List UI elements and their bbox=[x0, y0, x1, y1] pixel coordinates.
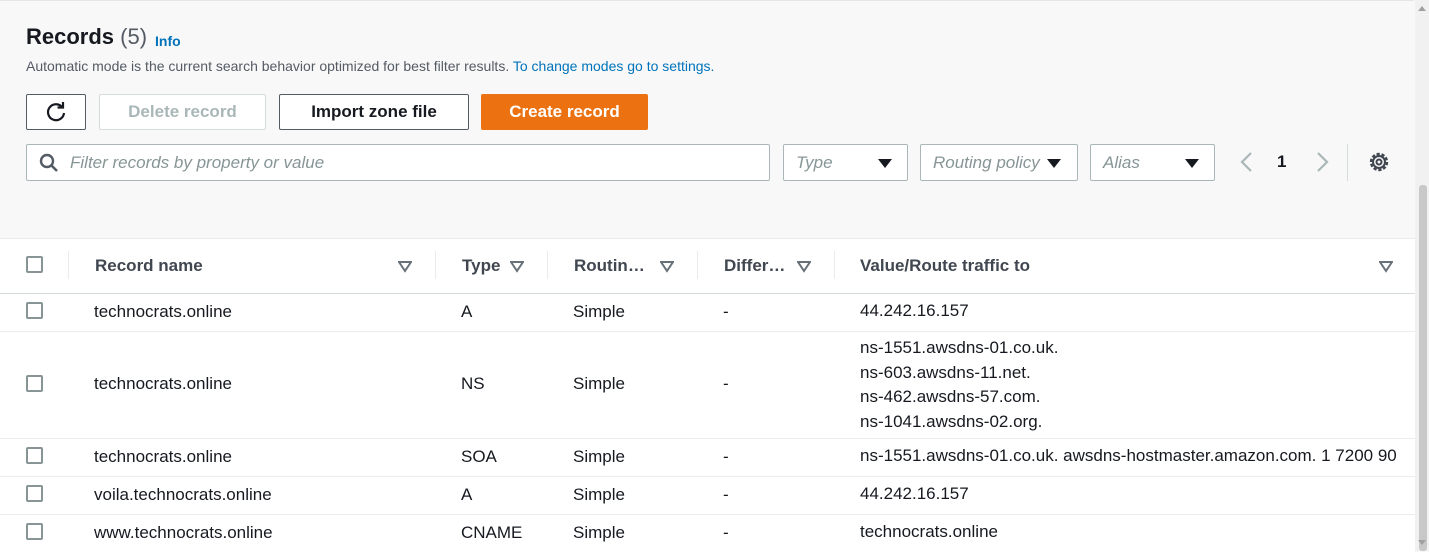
page-title: Records (5) bbox=[26, 24, 147, 50]
alias-filter-placeholder: Alias bbox=[1103, 153, 1140, 172]
sort-icon[interactable] bbox=[510, 261, 524, 273]
row-checkbox[interactable] bbox=[26, 485, 43, 502]
value-line: 44.242.16.157 bbox=[860, 301, 969, 320]
filter-search-input[interactable]: Filter records by property or value bbox=[26, 144, 770, 181]
differentiator-cell: - bbox=[723, 485, 729, 504]
value-line: ns-1551.awsdns-01.co.uk. awsdns-hostmast… bbox=[860, 446, 1397, 465]
routing-cell: Simple bbox=[573, 447, 625, 466]
value-cell: ns-1551.awsdns-01.co.uk. ns-603.awsdns-1… bbox=[860, 336, 1058, 434]
value-line: technocrats.online bbox=[860, 522, 998, 541]
settings-link[interactable]: To change modes go to settings. bbox=[513, 58, 715, 74]
caret-down-icon bbox=[1047, 159, 1061, 168]
type-filter-select[interactable]: Type bbox=[783, 144, 908, 181]
differentiator-cell: - bbox=[723, 302, 729, 321]
table-row[interactable]: technocrats.online A Simple - 44.242.16.… bbox=[0, 294, 1415, 332]
value-line: 44.242.16.157 bbox=[860, 484, 969, 503]
current-page-number[interactable]: 1 bbox=[1277, 152, 1286, 172]
type-cell: A bbox=[461, 302, 473, 321]
row-checkbox[interactable] bbox=[26, 447, 43, 464]
caret-down-icon bbox=[878, 159, 892, 168]
gear-icon[interactable] bbox=[1367, 150, 1391, 174]
records-table: Record name Type Routin… Differ… Value/R… bbox=[0, 238, 1415, 552]
differentiator-cell: - bbox=[723, 374, 729, 393]
column-divider bbox=[547, 251, 548, 279]
table-header: Record name Type Routin… Differ… Value/R… bbox=[0, 239, 1415, 294]
search-mode-description: Automatic mode is the current search beh… bbox=[26, 58, 714, 74]
routing-policy-filter-select[interactable]: Routing policy bbox=[920, 144, 1078, 181]
value-line: ns-1041.awsdns-02.org. bbox=[860, 411, 1043, 431]
vertical-scrollbar[interactable] bbox=[1415, 0, 1429, 551]
routing-cell: Simple bbox=[573, 374, 625, 393]
column-header-value[interactable]: Value/Route traffic to bbox=[860, 256, 1030, 276]
value-line: ns-462.awsdns-57.com. bbox=[860, 387, 1041, 406]
column-header-record-name[interactable]: Record name bbox=[95, 256, 203, 276]
record-name-cell: technocrats.online bbox=[94, 302, 232, 321]
refresh-button[interactable] bbox=[26, 94, 86, 130]
row-checkbox[interactable] bbox=[26, 375, 43, 392]
delete-record-button[interactable]: Delete record bbox=[99, 94, 266, 130]
description-text: Automatic mode is the current search beh… bbox=[26, 58, 510, 74]
select-all-checkbox[interactable] bbox=[26, 256, 43, 273]
column-header-type[interactable]: Type bbox=[462, 256, 500, 276]
scrollbar-thumb[interactable] bbox=[1419, 185, 1427, 551]
differentiator-cell: - bbox=[723, 523, 729, 542]
table-row[interactable]: voila.technocrats.online A Simple - 44.2… bbox=[0, 477, 1415, 515]
table-row[interactable]: www.technocrats.online CNAME Simple - te… bbox=[0, 515, 1415, 552]
value-line: ns-603.awsdns-11.net. bbox=[860, 362, 1031, 382]
search-placeholder: Filter records by property or value bbox=[70, 153, 325, 172]
refresh-icon bbox=[46, 102, 66, 122]
value-cell: technocrats.online bbox=[860, 520, 998, 545]
column-header-routing[interactable]: Routin… bbox=[574, 256, 645, 276]
record-name-cell: www.technocrats.online bbox=[94, 523, 273, 542]
sort-icon[interactable] bbox=[398, 261, 412, 273]
table-row[interactable]: technocrats.online NS Simple - ns-1551.a… bbox=[0, 332, 1415, 439]
info-link[interactable]: Info bbox=[155, 33, 181, 49]
value-cell: ns-1551.awsdns-01.co.uk. awsdns-hostmast… bbox=[860, 444, 1397, 469]
create-record-button[interactable]: Create record bbox=[481, 94, 648, 130]
value-cell: 44.242.16.157 bbox=[860, 299, 969, 324]
search-icon bbox=[39, 153, 58, 172]
column-divider bbox=[68, 251, 69, 279]
alias-filter-select[interactable]: Alias bbox=[1090, 144, 1215, 181]
previous-page-icon[interactable] bbox=[1238, 151, 1256, 173]
caret-down-icon bbox=[1185, 159, 1199, 168]
import-zone-file-button[interactable]: Import zone file bbox=[279, 94, 469, 130]
scroll-up-arrow-icon[interactable] bbox=[1418, 6, 1426, 11]
row-checkbox[interactable] bbox=[26, 302, 43, 319]
type-cell: A bbox=[461, 485, 473, 504]
record-name-cell: voila.technocrats.online bbox=[94, 485, 272, 504]
sort-icon[interactable] bbox=[660, 261, 674, 273]
type-cell: CNAME bbox=[461, 523, 523, 542]
routing-cell: Simple bbox=[573, 302, 625, 321]
routing-filter-placeholder: Routing policy bbox=[933, 153, 1040, 172]
scroll-down-arrow-icon[interactable] bbox=[1418, 540, 1426, 545]
type-cell: NS bbox=[461, 374, 485, 393]
routing-cell: Simple bbox=[573, 485, 625, 504]
column-header-differentiator[interactable]: Differ… bbox=[724, 256, 785, 276]
type-cell: SOA bbox=[461, 447, 497, 466]
record-count: (5) bbox=[120, 24, 148, 49]
differentiator-cell: - bbox=[723, 447, 729, 466]
routing-cell: Simple bbox=[573, 523, 625, 542]
type-filter-placeholder: Type bbox=[796, 153, 833, 172]
title-text: Records bbox=[26, 24, 115, 49]
top-divider bbox=[0, 0, 1414, 1]
row-checkbox[interactable] bbox=[26, 523, 43, 540]
column-divider bbox=[697, 251, 698, 279]
sort-icon[interactable] bbox=[797, 261, 811, 273]
value-line: ns-1551.awsdns-01.co.uk. bbox=[860, 338, 1059, 357]
table-row[interactable]: technocrats.online SOA Simple - ns-1551.… bbox=[0, 439, 1415, 477]
column-divider bbox=[435, 251, 436, 279]
column-divider bbox=[834, 251, 835, 279]
record-name-cell: technocrats.online bbox=[94, 374, 232, 393]
next-page-icon[interactable] bbox=[1313, 151, 1331, 173]
pagination-divider bbox=[1347, 144, 1348, 181]
record-name-cell: technocrats.online bbox=[94, 447, 232, 466]
value-cell: 44.242.16.157 bbox=[860, 482, 969, 507]
sort-icon[interactable] bbox=[1379, 261, 1393, 273]
